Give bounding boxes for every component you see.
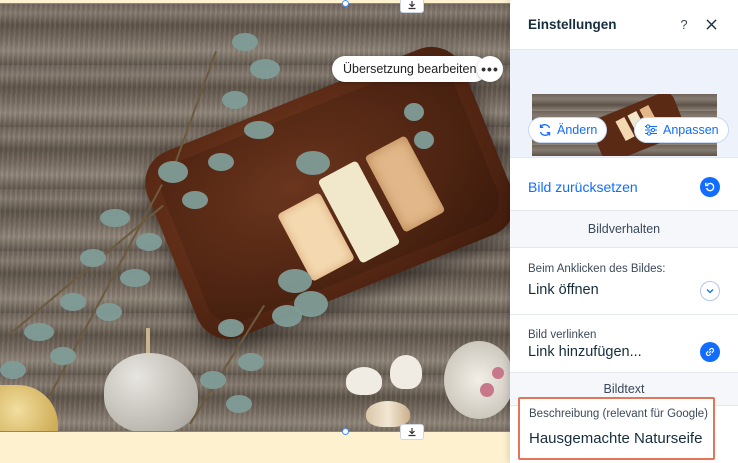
- resize-handle-bottom[interactable]: [342, 428, 349, 435]
- download-icon: [408, 428, 416, 437]
- click-action-label: Beim Anklicken des Bildes:: [528, 263, 666, 275]
- selection-border-bottom: [0, 431, 510, 432]
- change-image-button[interactable]: Ändern: [528, 117, 608, 143]
- image-link-label: Bild verlinken: [528, 329, 597, 341]
- resize-handle-top[interactable]: [342, 0, 349, 7]
- selection-border-top: [0, 3, 510, 4]
- undo-icon[interactable]: [700, 176, 720, 197]
- description-label: Beschreibung (relevant für Google): [529, 408, 708, 420]
- image-link-field[interactable]: Bild verlinken Link hinzufügen...: [510, 315, 738, 373]
- download-tab-top[interactable]: [400, 0, 424, 13]
- adjust-image-label: Anpassen: [663, 123, 719, 137]
- more-options-button[interactable]: •••: [477, 56, 503, 82]
- bowl: [444, 341, 510, 419]
- editor-stage: Übersetzung bearbeiten ••• Einstellungen…: [0, 0, 738, 463]
- help-icon[interactable]: ?: [674, 17, 694, 32]
- change-image-label: Ändern: [557, 123, 598, 137]
- chevron-down-icon[interactable]: [700, 281, 720, 301]
- pumice-stone: [104, 353, 198, 432]
- link-icon[interactable]: [700, 342, 720, 362]
- panel-title: Einstellungen: [528, 17, 617, 32]
- description-input[interactable]: Hausgemachte Naturseife: [529, 430, 702, 447]
- adjust-image-button[interactable]: Anpassen: [634, 117, 729, 143]
- close-icon[interactable]: [702, 16, 720, 34]
- refresh-icon: [539, 124, 551, 136]
- click-action-dropdown[interactable]: Beim Anklicken des Bildes: Link öffnen: [510, 248, 738, 315]
- click-action-value: Link öffnen: [528, 282, 599, 298]
- download-tab-bottom[interactable]: [400, 424, 424, 440]
- image-description-field[interactable]: Beschreibung (relevant für Google) Hausg…: [518, 397, 715, 460]
- edit-translation-button[interactable]: Übersetzung bearbeiten: [332, 56, 488, 82]
- reset-image-row[interactable]: Bild zurücksetzen: [510, 163, 738, 211]
- section-image-behavior: Bildverhalten: [510, 211, 738, 248]
- panel-header: Einstellungen ?: [510, 0, 738, 50]
- sliders-icon: [645, 124, 657, 136]
- image-link-value: Link hinzufügen...: [528, 344, 642, 360]
- settings-panel: Einstellungen ? Ändern Anpassen Bild zur…: [510, 0, 738, 463]
- editor-canvas: Übersetzung bearbeiten •••: [0, 0, 510, 463]
- reset-image-link[interactable]: Bild zurücksetzen: [528, 179, 700, 195]
- download-icon: [408, 1, 416, 10]
